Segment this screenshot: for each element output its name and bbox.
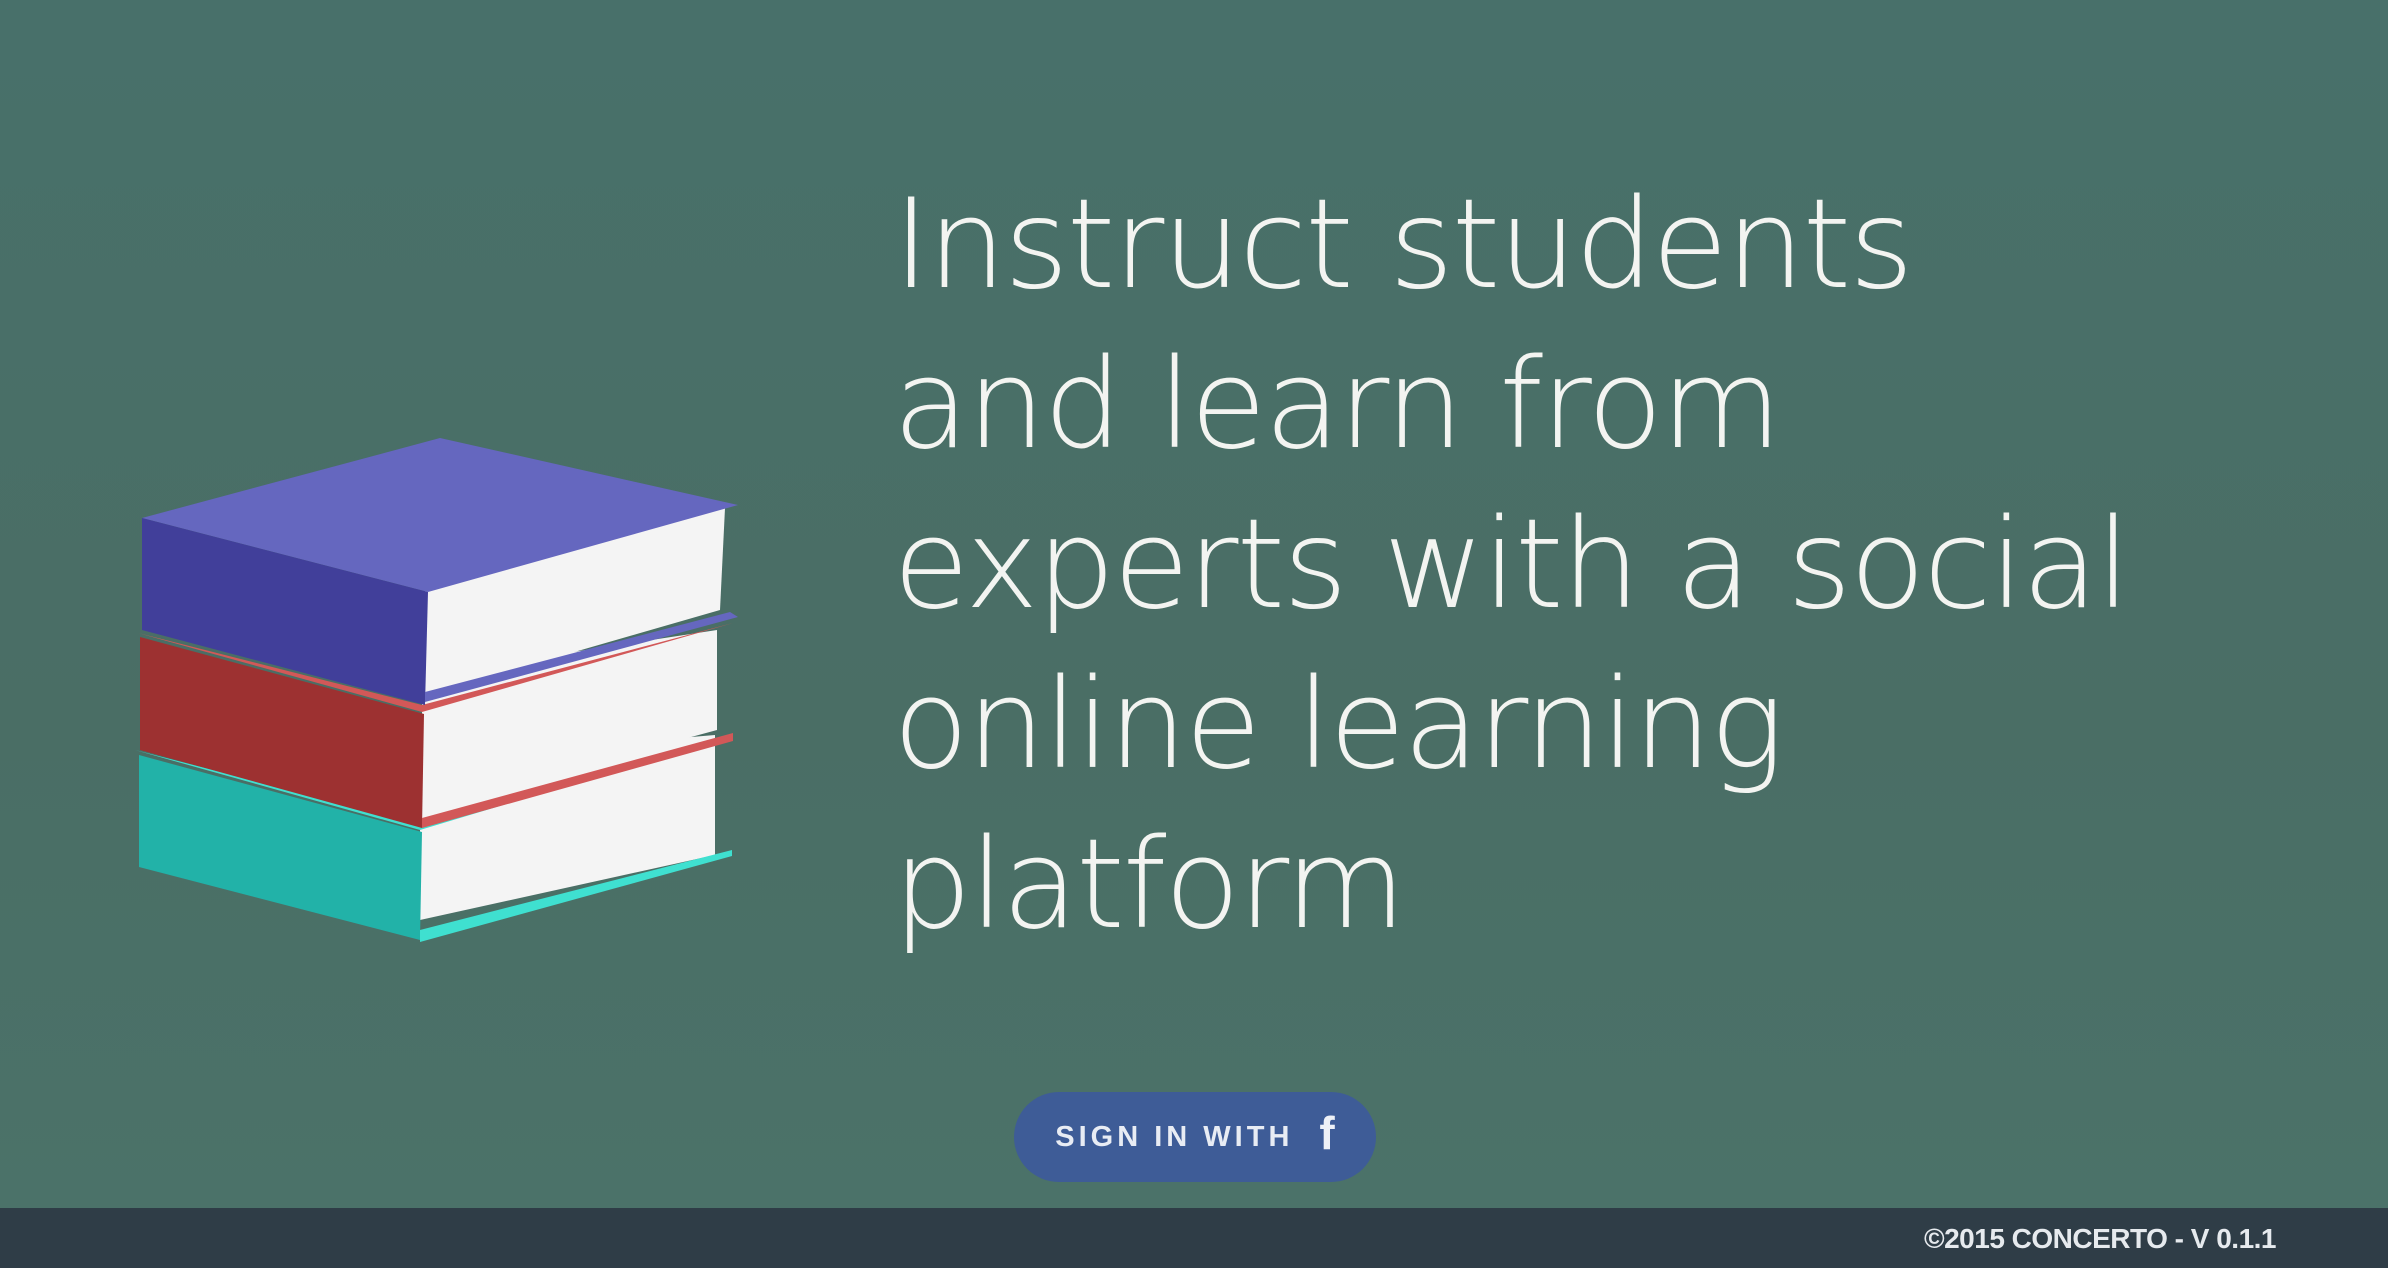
- sign-in-label: SIGN IN WITH: [1055, 1120, 1294, 1153]
- hero-section: Instruct students and learn from experts…: [0, 0, 2388, 1208]
- hero-headline: Instruct students and learn from experts…: [893, 173, 2131, 957]
- facebook-icon: f: [1319, 1107, 1335, 1159]
- sign-in-with-facebook-button[interactable]: SIGN IN WITH f: [1014, 1092, 1376, 1182]
- stack-of-books-illustration: [135, 438, 738, 942]
- footer: ©2015 CONCERTO - V 0.1.1: [0, 1208, 2388, 1268]
- copyright-text: ©2015 CONCERTO - V 0.1.1: [1923, 1223, 2277, 1254]
